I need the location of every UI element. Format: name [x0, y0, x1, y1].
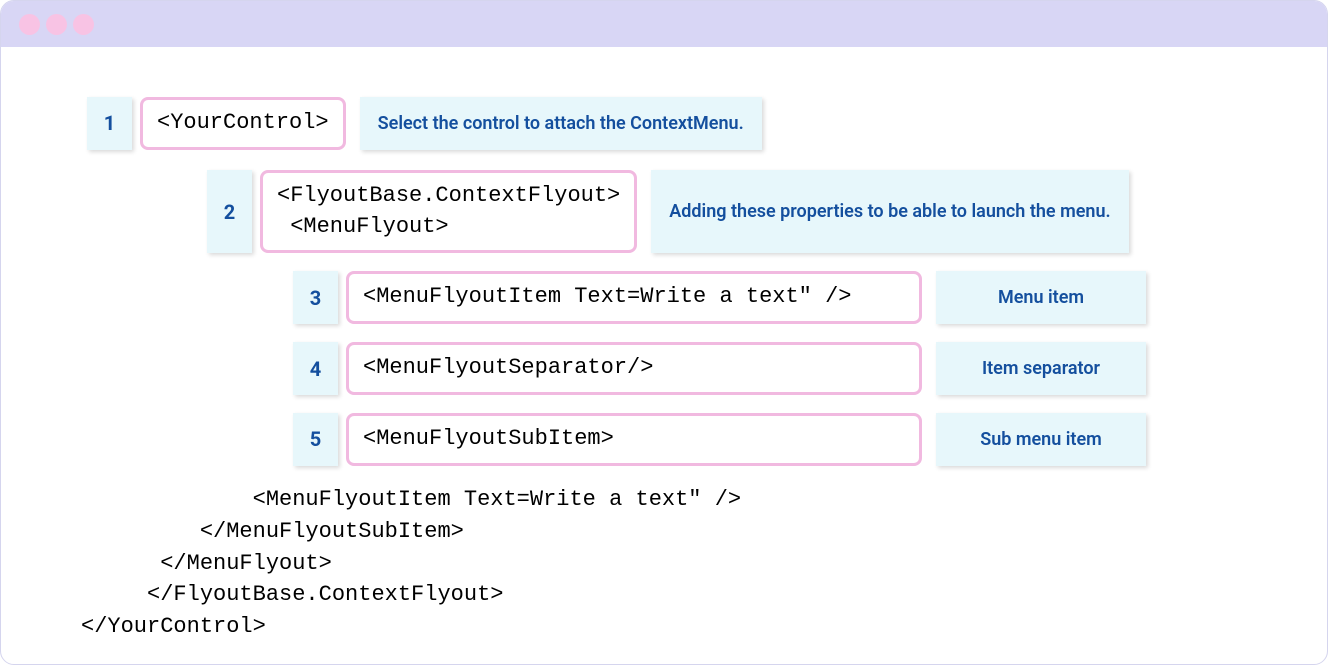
code-box-2: <FlyoutBase.ContextFlyout> <MenuFlyout>	[260, 170, 637, 254]
hint-box-5: Sub menu item	[936, 413, 1146, 466]
step-number-4: 4	[293, 342, 338, 395]
code-box-1: <YourControl>	[140, 97, 346, 150]
step-row-5: 5 <MenuFlyoutSubItem> Sub menu item	[293, 413, 1247, 466]
step-row-3: 3 <MenuFlyoutItem Text=Write a text" /> …	[293, 271, 1247, 324]
code-box-4: <MenuFlyoutSeparator/>	[346, 342, 922, 395]
traffic-light-minimize	[46, 14, 67, 35]
hint-box-3: Menu item	[936, 271, 1146, 324]
step-row-1: 1 <YourControl> Select the control to at…	[87, 97, 1247, 150]
step-number-3: 3	[293, 271, 338, 324]
hint-box-1: Select the control to attach the Context…	[360, 97, 762, 150]
step-number-2: 2	[207, 170, 252, 254]
hint-box-2: Adding these properties to be able to la…	[651, 170, 1128, 254]
code-box-5: <MenuFlyoutSubItem>	[346, 413, 922, 466]
traffic-light-close	[19, 14, 40, 35]
title-bar	[1, 1, 1327, 47]
hint-box-4: Item separator	[936, 342, 1146, 395]
step-row-4: 4 <MenuFlyoutSeparator/> Item separator	[293, 342, 1247, 395]
traffic-lights	[19, 14, 94, 35]
diagram-content: 1 <YourControl> Select the control to at…	[1, 47, 1327, 665]
step-number-5: 5	[293, 413, 338, 466]
window-frame: 1 <YourControl> Select the control to at…	[0, 0, 1328, 665]
traffic-light-maximize	[73, 14, 94, 35]
step-row-2: 2 <FlyoutBase.ContextFlyout> <MenuFlyout…	[207, 170, 1247, 254]
step-number-1: 1	[87, 97, 132, 150]
closing-tags-code: <MenuFlyoutItem Text=Write a text" /> </…	[81, 484, 1247, 643]
code-box-3: <MenuFlyoutItem Text=Write a text" />	[346, 271, 922, 324]
